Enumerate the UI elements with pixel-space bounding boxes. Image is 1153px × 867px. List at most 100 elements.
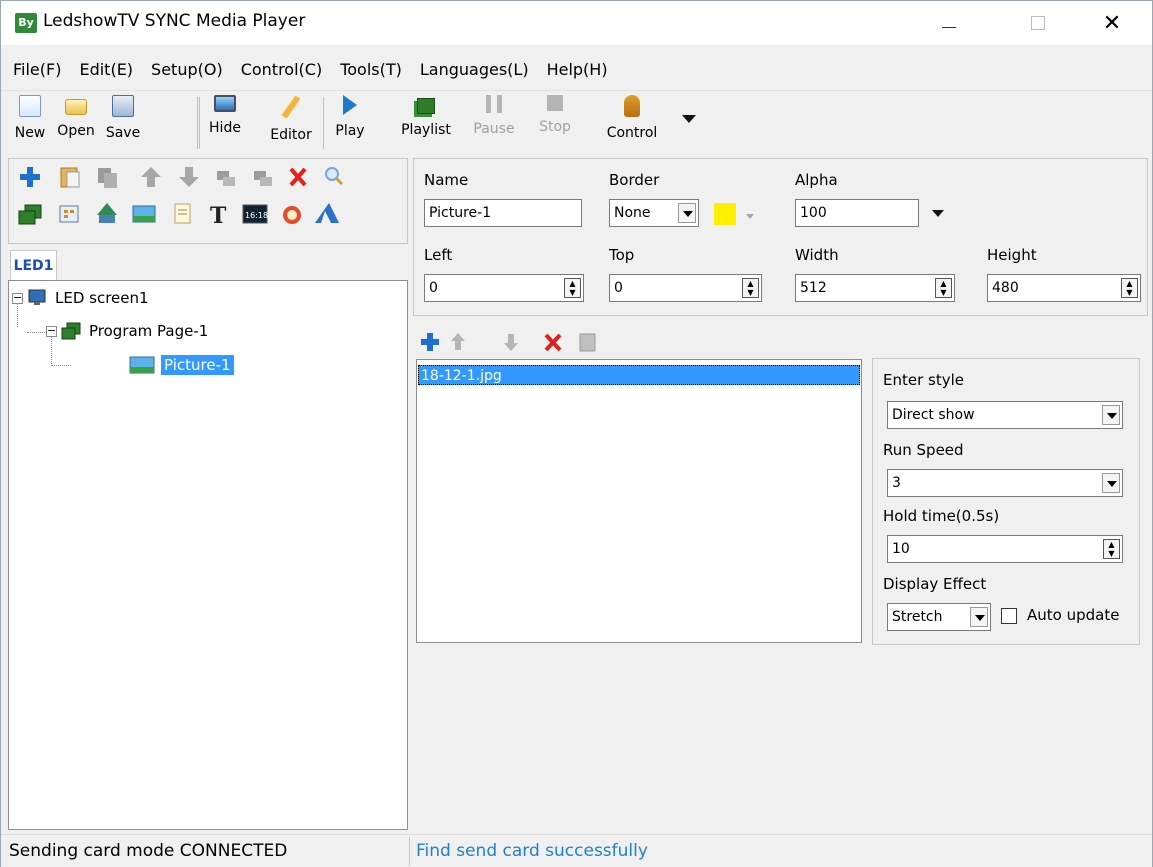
document-icon[interactable] (174, 203, 191, 224)
menu-tools[interactable]: Tools(T) (340, 56, 402, 84)
tree-item-program-page[interactable]: − Program Page-1 (46, 322, 208, 340)
width-spinbox[interactable]: 512 ▲ ▼ (795, 274, 955, 302)
delete-icon[interactable] (289, 167, 307, 187)
menu-control[interactable]: Control(C) (241, 56, 323, 84)
editor-button[interactable]: Editor (263, 95, 319, 153)
close-icon: ✕ (1102, 10, 1122, 36)
play-label: Play (335, 123, 365, 139)
auto-update-label: Auto update (1027, 606, 1120, 624)
menu-file[interactable]: File(F) (13, 56, 61, 84)
hide-button[interactable]: Hide (205, 95, 245, 153)
led-screen-icon (28, 289, 46, 305)
zoom-icon[interactable] (325, 167, 344, 186)
add-file-icon[interactable] (421, 333, 439, 351)
open-button[interactable]: Open (53, 95, 99, 153)
enter-style-value: Direct show (892, 407, 975, 423)
spin-arrows-icon[interactable]: ▲ ▼ (1103, 539, 1120, 559)
alpha-label: Alpha (795, 171, 838, 189)
tree-item-picture[interactable]: Picture-1 (129, 355, 234, 375)
app-logo-icon: By (15, 13, 37, 33)
picture-icon[interactable] (132, 205, 156, 223)
hide-label: Hide (209, 120, 241, 136)
arrange-icon[interactable] (217, 171, 235, 186)
run-speed-select[interactable]: 3 (887, 469, 1123, 497)
arrange-2-icon[interactable] (254, 171, 272, 186)
color-dropdown-arrow[interactable] (746, 214, 754, 219)
play-button[interactable]: Play (329, 95, 371, 153)
maximize-button[interactable] (1010, 1, 1066, 45)
alpha-field[interactable]: 100 (795, 199, 919, 227)
pause-button[interactable]: Pause (469, 95, 519, 153)
spin-arrows-icon[interactable]: ▲ ▼ (935, 278, 952, 298)
minimize-button[interactable] (921, 1, 977, 45)
new-button[interactable]: New (11, 95, 49, 153)
animated-text-icon[interactable] (315, 203, 339, 223)
move-down-icon[interactable] (504, 334, 518, 351)
paste-icon[interactable] (60, 167, 80, 188)
playlist-button[interactable]: Playlist (396, 95, 456, 153)
toolbar-separator (197, 97, 198, 149)
program-page-icon[interactable] (18, 204, 42, 225)
chevron-down-icon (970, 607, 988, 627)
toolbar-overflow-dropdown[interactable] (682, 115, 696, 123)
width-label: Width (795, 246, 839, 264)
stop-icon (547, 95, 563, 111)
spin-arrows-icon[interactable]: ▲ ▼ (742, 278, 759, 298)
chevron-down-icon (1102, 405, 1120, 425)
list-item[interactable]: 18-12-1.jpg (418, 365, 860, 385)
top-spinbox[interactable]: 0 ▲ ▼ (609, 274, 762, 302)
name-field[interactable]: Picture-1 (424, 199, 582, 227)
move-up-icon[interactable] (141, 167, 161, 187)
picture-icon (129, 356, 155, 374)
save-button[interactable]: Save (101, 95, 145, 153)
app-window: By LedshowTV SYNC Media Player ✕ File(F)… (0, 0, 1153, 867)
monitor-icon (214, 95, 236, 112)
collapse-toggle[interactable]: − (12, 292, 23, 304)
menu-edit[interactable]: Edit(E) (79, 56, 133, 84)
clock-digital-icon[interactable]: 16:18 (242, 204, 268, 224)
hold-time-spinbox[interactable]: 10 ▲ ▼ (887, 535, 1123, 563)
spin-arrows-icon[interactable]: ▲ ▼ (564, 278, 581, 298)
enter-style-select[interactable]: Direct show (887, 401, 1123, 429)
left-label: Left (424, 246, 453, 264)
tree-item-led-screen[interactable]: − LED screen1 (12, 289, 149, 307)
border-color-swatch[interactable] (714, 203, 736, 225)
menu-help[interactable]: Help(H) (547, 56, 608, 84)
close-button[interactable]: ✕ (1084, 1, 1140, 45)
properties-icon[interactable] (579, 333, 596, 352)
height-spinbox[interactable]: 480 ▲ ▼ (987, 274, 1141, 302)
move-up-icon[interactable] (451, 333, 465, 350)
border-select[interactable]: None (609, 199, 699, 227)
control-button[interactable]: Control (599, 95, 665, 153)
hold-time-label: Hold time(0.5s) (883, 507, 1000, 525)
menu-bar: File(F) Edit(E) Setup(O) Control(C) Tool… (1, 56, 1152, 84)
clock-digital-text: 16:18 (245, 211, 268, 220)
width-value: 512 (800, 280, 827, 296)
copy-icon[interactable] (98, 168, 117, 188)
spin-arrows-icon[interactable]: ▲ ▼ (1121, 278, 1138, 298)
file-list[interactable]: 18-12-1.jpg (416, 359, 862, 643)
collapse-toggle[interactable]: − (46, 325, 57, 337)
weather-icon[interactable] (97, 203, 117, 223)
new-label: New (14, 125, 46, 141)
delete-icon[interactable] (544, 333, 562, 352)
height-label: Height (987, 246, 1037, 264)
file-list-toolbar (418, 329, 638, 355)
menu-languages[interactable]: Languages(L) (420, 56, 529, 84)
grid-icon[interactable] (59, 205, 79, 223)
text-icon[interactable]: T (210, 203, 227, 229)
auto-update-checkbox[interactable] (1001, 608, 1017, 624)
stop-label: Stop (539, 119, 571, 135)
alpha-dropdown-arrow[interactable] (932, 210, 944, 217)
stop-button[interactable]: Stop (535, 95, 575, 153)
add-icon[interactable] (20, 167, 40, 187)
top-label: Top (609, 246, 635, 264)
tree-connector (51, 336, 52, 366)
menu-setup[interactable]: Setup(O) (151, 56, 223, 84)
move-down-icon[interactable] (179, 167, 199, 187)
display-effect-select[interactable]: Stretch (887, 603, 991, 631)
left-spinbox[interactable]: 0 ▲ ▼ (424, 274, 584, 302)
alarm-clock-icon[interactable] (283, 206, 301, 224)
tree-label-program-page: Program Page-1 (89, 322, 209, 340)
tab-led1[interactable]: LED1 (10, 250, 57, 282)
